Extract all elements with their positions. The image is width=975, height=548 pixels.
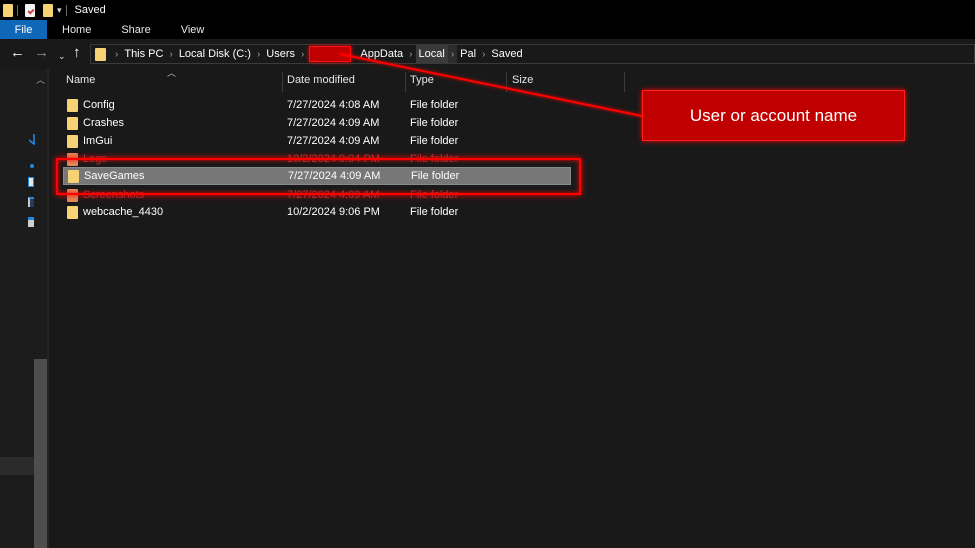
column-header-type[interactable]: Type [410, 69, 434, 91]
new-folder-icon[interactable] [43, 3, 53, 17]
chevron-right-icon[interactable]: › [298, 45, 307, 63]
file-type: File folder [410, 117, 459, 129]
column-header-name[interactable]: Name [66, 69, 95, 91]
folder-icon [68, 169, 79, 183]
file-type: File folder [410, 153, 459, 165]
file-name: Crashes [83, 117, 124, 129]
breadcrumb-users[interactable]: Users [263, 45, 298, 63]
breadcrumb-local-disk[interactable]: Local Disk (C:) [176, 45, 254, 63]
file-date: 10/2/2024 9:06 PM [287, 206, 380, 218]
folder-icon [67, 98, 78, 112]
chevron-right-icon[interactable]: › [447, 45, 458, 63]
back-arrow-icon[interactable]: ← [10, 45, 25, 61]
window-title: Saved [74, 4, 106, 16]
file-row-logs[interactable]: Logs 10/2/2024 9:04 PM File folder [63, 150, 571, 168]
nav-selected-item[interactable] [0, 457, 34, 475]
title-bar: ▾ Saved [0, 0, 975, 20]
file-name: Logs [83, 153, 107, 165]
file-row-webcache[interactable]: webcache_4430 10/2/2024 9:06 PM File fol… [63, 203, 571, 221]
chevron-right-icon[interactable]: › [254, 45, 263, 63]
file-row-crashes[interactable]: Crashes 7/27/2024 4:09 AM File folder [63, 114, 571, 132]
folder-icon [95, 47, 106, 61]
sort-ascending-icon: ︿ [167, 68, 177, 78]
folder-icon [67, 188, 78, 202]
breadcrumb-saved[interactable]: Saved [488, 45, 525, 63]
file-row-savegames[interactable]: SaveGames 7/27/2024 4:09 AM File folder [63, 167, 571, 185]
navigation-bar: ← → ⌄ ↑ › This PC › Local Disk (C:) › Us… [0, 39, 975, 69]
file-type: File folder [410, 189, 459, 201]
network-drive-icon[interactable] [28, 217, 34, 227]
recent-locations-chevron-icon[interactable]: ⌄ [58, 48, 66, 64]
file-type: File folder [411, 170, 460, 182]
documents-icon[interactable] [28, 177, 34, 187]
chevron-right-icon[interactable]: › [112, 45, 121, 63]
file-type: File folder [410, 206, 459, 218]
column-divider[interactable] [624, 72, 625, 92]
up-arrow-icon[interactable]: ↑ [73, 45, 81, 61]
address-bar[interactable]: › This PC › Local Disk (C:) › Users › Ap… [90, 44, 975, 64]
file-date: 10/2/2024 9:04 PM [287, 153, 380, 165]
separator [65, 4, 67, 16]
column-divider[interactable] [506, 72, 507, 92]
file-name: Config [83, 99, 115, 111]
callout-label: User or account name [642, 90, 905, 141]
file-date: 7/27/2024 4:09 AM [287, 135, 380, 147]
chevron-right-icon[interactable]: › [166, 45, 175, 63]
pictures-icon[interactable] [28, 197, 34, 207]
column-divider[interactable] [405, 72, 406, 92]
tab-share[interactable]: Share [106, 20, 165, 39]
pin-icon [29, 134, 35, 145]
folder-icon [67, 116, 78, 130]
breadcrumb-this-pc[interactable]: This PC [121, 45, 166, 63]
folder-icon [67, 205, 78, 219]
tab-view[interactable]: View [166, 20, 220, 39]
file-date: 7/27/2024 4:08 AM [287, 99, 380, 111]
file-row-screenshots[interactable]: Screenshots 7/27/2024 4:09 AM File folde… [63, 186, 571, 204]
column-divider[interactable] [282, 72, 283, 92]
file-name: webcache_4430 [83, 206, 164, 218]
chevron-right-icon[interactable]: › [406, 45, 415, 63]
separator [17, 4, 18, 16]
column-header-date-modified[interactable]: Date modified [287, 69, 355, 91]
ribbon-tabs: File Home Share View [0, 20, 975, 39]
file-name: Screenshots [83, 189, 145, 201]
scroll-up-arrow-icon[interactable]: ︿ [36, 73, 45, 86]
forward-arrow-icon[interactable]: → [34, 45, 49, 61]
breadcrumb-username-redacted[interactable] [309, 46, 352, 62]
tab-file[interactable]: File [0, 20, 47, 39]
file-row-config[interactable]: Config 7/27/2024 4:08 AM File folder [63, 96, 571, 114]
column-header-size[interactable]: Size [512, 69, 533, 91]
file-name: SaveGames [84, 170, 145, 182]
file-type: File folder [410, 135, 459, 147]
chevron-right-icon[interactable]: › [479, 45, 488, 63]
nav-pane-scrollbar[interactable] [34, 359, 47, 548]
breadcrumb-local[interactable]: Local [415, 45, 448, 63]
file-row-imgui[interactable]: ImGui 7/27/2024 4:09 AM File folder [63, 132, 571, 150]
folder-icon [3, 3, 13, 17]
breadcrumb-pal[interactable]: Pal [457, 45, 479, 63]
file-date: 7/27/2024 4:09 AM [288, 170, 381, 182]
breadcrumb-appdata[interactable]: AppData [357, 45, 406, 63]
pin-dot-icon [30, 164, 34, 168]
folder-icon [67, 134, 78, 148]
customize-quick-access-icon[interactable]: ▾ [57, 5, 62, 15]
properties-icon[interactable] [25, 3, 35, 17]
file-date: 7/27/2024 4:09 AM [287, 117, 380, 129]
tab-home[interactable]: Home [47, 20, 106, 39]
folder-icon [67, 152, 78, 166]
file-date: 7/27/2024 4:09 AM [287, 189, 380, 201]
file-name: ImGui [83, 135, 113, 147]
file-type: File folder [410, 99, 459, 111]
navigation-pane: ︿ [0, 69, 47, 548]
